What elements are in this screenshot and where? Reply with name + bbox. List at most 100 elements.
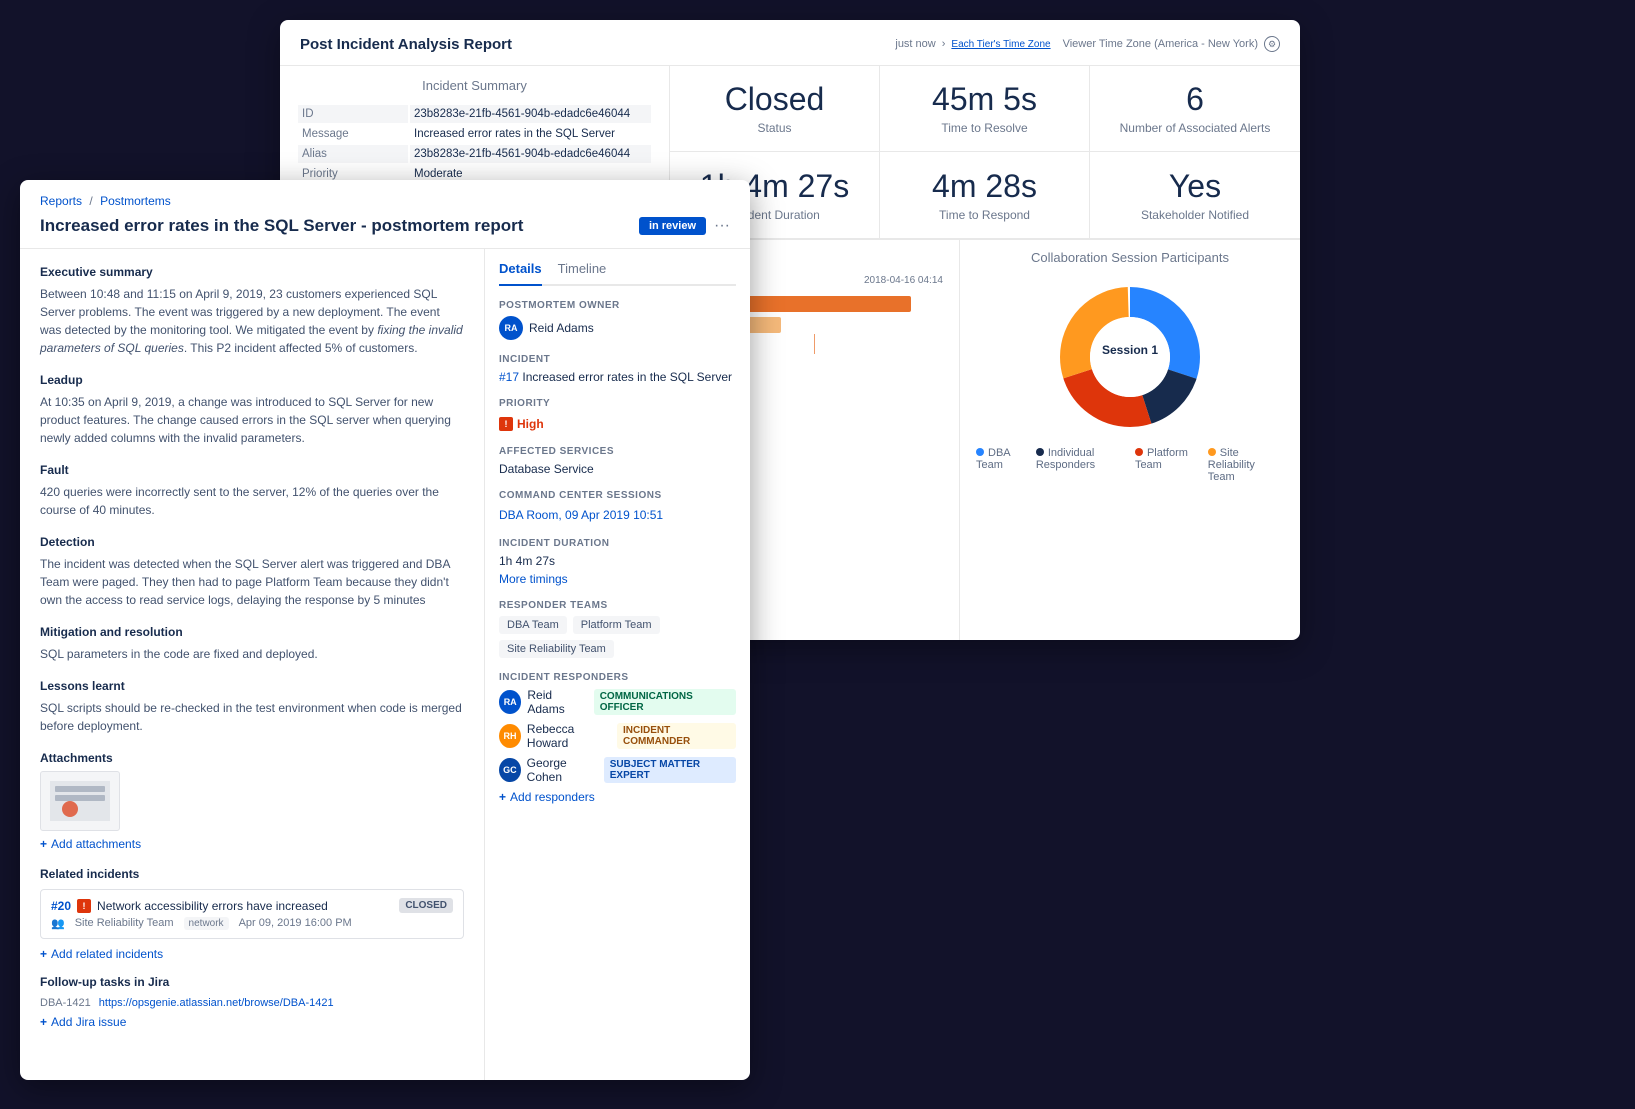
breadcrumb-separator: / (89, 194, 92, 208)
summary-label: ID (298, 105, 408, 123)
timezone-arrow: › (942, 38, 946, 50)
collaboration-panel: Collaboration Session Participants Sessi… (960, 240, 1300, 640)
exec-summary-text: Between 10:48 and 11:15 on April 9, 2019… (40, 285, 464, 357)
command-center-link[interactable]: DBA Room, 09 Apr 2019 10:51 (499, 508, 663, 522)
stat-cell: ClosedStatus (670, 66, 880, 152)
tab-timeline[interactable]: Timeline (558, 261, 607, 284)
stat-cell: 45m 5sTime to Resolve (880, 66, 1090, 152)
right-details-panel: Details Timeline POSTMORTEM OWNER RA Rei… (485, 249, 750, 1080)
priority-high-icon: ! (499, 417, 513, 431)
legend-item: Platform Team (1135, 447, 1192, 483)
timezone-value: Viewer Time Zone (America - New York) (1063, 38, 1258, 50)
responder-row: RH Rebecca Howard INCIDENT COMMANDER (499, 722, 736, 750)
timeline-label: 2018-04-16 04:14 (864, 275, 943, 286)
incident-responders-group: INCIDENT RESPONDERS RA Reid Adams COMMUN… (499, 672, 736, 804)
timeline-tick-3 (814, 334, 815, 354)
responder-row: GC George Cohen SUBJECT MATTER EXPERT (499, 756, 736, 784)
stat-label: Time to Respond (939, 208, 1030, 222)
followup-section: Follow-up tasks in Jira DBA-1421 https:/… (40, 975, 464, 1029)
left-content-panel: Executive summary Between 10:48 and 11:1… (20, 249, 485, 1080)
stat-value: 4m 28s (932, 169, 1037, 204)
postmortem-owner-group: POSTMORTEM OWNER RA Reid Adams (499, 300, 736, 340)
stats-grid: ClosedStatus45m 5sTime to Resolve 6 Number… (670, 66, 1300, 239)
detection-text: The incident was detected when the SQL S… (40, 555, 464, 609)
responders-list: RA Reid Adams COMMUNICATIONS OFFICER RH … (499, 688, 736, 784)
stat-label: Status (757, 121, 791, 135)
back-card-title: Post Incident Analysis Report (300, 36, 512, 53)
more-options-icon[interactable]: ··· (714, 217, 730, 235)
related-incident-number: #20 (51, 899, 71, 913)
stat-value: Yes (1169, 169, 1221, 204)
timestamp: just now (895, 38, 935, 50)
related-incidents-section: Related incidents #20 ! Network accessib… (40, 867, 464, 961)
breadcrumb-reports[interactable]: Reports (40, 194, 82, 208)
incident-duration-group: INCIDENT DURATION 1h 4m 27s More timings (499, 538, 736, 586)
timezone-label-small: Each Tier's Time Zone (951, 39, 1050, 50)
jira-id: DBA-1421 (40, 997, 91, 1009)
attachments-heading: Attachments (40, 751, 464, 765)
settings-icon[interactable]: ⚙ (1264, 36, 1280, 52)
responder-avatar: RA (499, 690, 521, 714)
summary-label: Alias (298, 145, 408, 163)
command-center-group: COMMAND CENTER SESSIONS DBA Room, 09 Apr… (499, 490, 736, 524)
related-tag: network (184, 917, 229, 930)
responder-teams-group: RESPONDER TEAMS DBA TeamPlatform TeamSit… (499, 600, 736, 658)
responder-name: George Cohen (527, 756, 598, 784)
responder-avatar: GC (499, 758, 521, 782)
stat-label: Number of Associated Alerts (1120, 121, 1271, 135)
responder-role-tag: SUBJECT MATTER EXPERT (604, 757, 736, 783)
more-timings-link[interactable]: More timings (499, 572, 736, 586)
priority-group: PRIORITY ! High (499, 398, 736, 432)
add-related-incidents-link[interactable]: Add related incidents (40, 947, 464, 961)
incident-duration-value: 1h 4m 27s (499, 554, 736, 568)
incident-value: #17 Increased error rates in the SQL Ser… (499, 370, 736, 384)
status-badge[interactable]: in review (639, 217, 706, 235)
priority-value: ! High (499, 417, 544, 431)
breadcrumb-postmortems[interactable]: Postmortems (100, 194, 171, 208)
related-incident-title: Network accessibility errors have increa… (97, 899, 328, 913)
priority-icon: ! (77, 899, 91, 913)
mitigation-text: SQL parameters in the code are fixed and… (40, 645, 464, 663)
summary-label: Message (298, 125, 408, 143)
responder-teams-label: RESPONDER TEAMS (499, 600, 736, 611)
related-team: Site Reliability Team (75, 917, 174, 930)
affected-services-group: AFFECTED SERVICES Database Service (499, 446, 736, 476)
jira-link[interactable]: https://opsgenie.atlassian.net/browse/DB… (99, 997, 334, 1009)
responder-name: Rebecca Howard (527, 722, 611, 750)
add-jira-link[interactable]: Add Jira issue (40, 1015, 464, 1029)
related-incident-status: CLOSED (399, 898, 453, 913)
related-date: Apr 09, 2019 16:00 PM (239, 917, 352, 930)
attachments-section: Attachments Add attachments (40, 751, 464, 851)
responder-role-tag: INCIDENT COMMANDER (617, 723, 736, 749)
summary-row: Alias23b8283e-21fb-4561-904b-edadc6e4604… (298, 145, 651, 163)
command-center-label: COMMAND CENTER SESSIONS (499, 490, 736, 501)
incident-label: INCIDENT (499, 354, 736, 365)
summary-panel-title: Incident Summary (296, 78, 653, 93)
incident-responders-label: INCIDENT RESPONDERS (499, 672, 736, 683)
tab-details[interactable]: Details (499, 261, 542, 286)
add-attachments-link[interactable]: Add attachments (40, 837, 464, 851)
team-chip: DBA Team (499, 616, 567, 634)
summary-row: MessageIncreased error rates in the SQL … (298, 125, 651, 143)
add-responders-link[interactable]: Add responders (499, 790, 736, 804)
related-incidents-heading: Related incidents (40, 867, 464, 881)
incident-group: INCIDENT #17 Increased error rates in th… (499, 354, 736, 384)
top-right-info: just now › Each Tier's Time Zone Viewer … (895, 36, 1280, 52)
lessons-heading: Lessons learnt (40, 679, 464, 693)
leadup-heading: Leadup (40, 373, 464, 387)
collab-title: Collaboration Session Participants (1031, 250, 1229, 265)
stat-value: 6 (1186, 82, 1204, 117)
incident-ref[interactable]: #17 (499, 370, 519, 384)
leadup-text: At 10:35 on April 9, 2019, a change was … (40, 393, 464, 447)
detection-heading: Detection (40, 535, 464, 549)
summary-value: 23b8283e-21fb-4561-904b-edadc6e46044 (410, 105, 651, 123)
responder-name: Reid Adams (527, 688, 587, 716)
related-incident-top-row: #20 ! Network accessibility errors have … (51, 898, 453, 913)
related-incident-item: #20 ! Network accessibility errors have … (40, 889, 464, 939)
fault-text: 420 queries were incorrectly sent to the… (40, 483, 464, 519)
responder-role-tag: COMMUNICATIONS OFFICER (594, 689, 736, 715)
summary-row: ID23b8283e-21fb-4561-904b-edadc6e46044 (298, 105, 651, 123)
owner-row: RA Reid Adams (499, 316, 736, 340)
legend-item: DBA Team (976, 447, 1020, 483)
legend-dot (1135, 448, 1143, 456)
